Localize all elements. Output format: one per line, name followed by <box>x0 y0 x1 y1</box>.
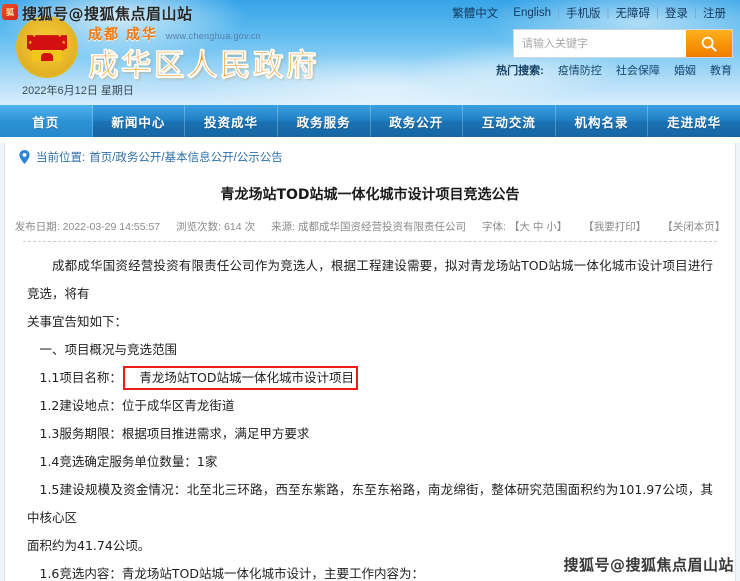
site-banner: ★ ★ ★ ★ ★ 成都 成华 www.chenghua.gov.cn 成华区人… <box>0 0 740 105</box>
breadcrumb-path[interactable]: 首页/政务公开/基本信息公开/公示公告 <box>89 149 283 165</box>
meta-source-label: 来源: <box>271 221 296 233</box>
toplink-register[interactable]: 注册 <box>697 5 732 21</box>
search-icon <box>701 36 717 52</box>
nav-item-home[interactable]: 首页 <box>0 105 93 137</box>
meta-source: 来源: 成都成华国资经营投资有限责任公司 <box>271 219 466 234</box>
toplink-mobile[interactable]: 手机版 <box>560 5 607 21</box>
nav-label: 首页 <box>32 115 60 130</box>
font-size-options[interactable]: 【大 中 小】 <box>509 219 567 234</box>
nav-label: 投资成华 <box>204 115 259 130</box>
meta-publish-value: 2022-03-29 14:55:57 <box>62 221 161 233</box>
item-1-4: 1.4竞选确定服务单位数量：1家 <box>39 454 218 469</box>
nav-label: 互动交流 <box>481 115 536 130</box>
toplink-login[interactable]: 登录 <box>659 5 694 21</box>
page-title: 青龙场站TOD站城一体化城市设计项目竞选公告 <box>220 187 520 203</box>
print-button[interactable]: 【我要打印】 <box>583 219 646 234</box>
meta-views-unit: 次 <box>244 221 256 233</box>
nav-item-organization-directory[interactable]: 机构名录 <box>556 105 649 137</box>
meta-views-label: 浏览次数: <box>176 221 222 233</box>
item-1-6: 1.6竞选内容：青龙场站TOD站城一体化城市设计，主要工作内容为： <box>39 566 424 581</box>
hot-search-item-education[interactable]: 教育 <box>710 65 732 77</box>
site-title: 成华区人民政府 <box>88 48 319 84</box>
nav-item-about-chenghua[interactable]: 走进成华 <box>648 105 740 137</box>
meta-publish-date: 发布日期: 2022-03-29 14:55:57 <box>15 219 160 234</box>
location-pin-icon <box>19 150 30 164</box>
breadcrumb: 当前位置: 首页/政务公开/基本信息公开/公示公告 <box>5 143 735 171</box>
watermark-logo-text: 狐 <box>6 7 14 17</box>
nav-label: 机构名录 <box>574 115 629 130</box>
nav-item-government-services[interactable]: 政务服务 <box>278 105 371 137</box>
toplink-english[interactable]: English <box>507 7 557 19</box>
nav-item-invest-chenghua[interactable]: 投资成华 <box>185 105 278 137</box>
page-root: ★ ★ ★ ★ ★ 成都 成华 www.chenghua.gov.cn 成华区人… <box>0 0 740 581</box>
nav-label: 政务公开 <box>389 115 444 130</box>
search-box <box>514 30 732 57</box>
paragraph-intro-line2: 关事宜告知如下： <box>27 314 128 329</box>
main-navigation: 首页 新闻中心 投资成华 政务服务 政务公开 互动交流 机构名录 走进成华 <box>0 105 740 137</box>
nav-label: 政务服务 <box>296 115 351 130</box>
meta-source-value: 成都成华国资经营投资有限责任公司 <box>298 221 467 233</box>
section-heading-1: 一、项目概况与竞选范围 <box>39 342 178 357</box>
nav-label: 走进成华 <box>667 115 722 130</box>
banner-date: 2022年6月12日 星期日 <box>22 85 134 97</box>
item-1-1: 1.1项目名称： 青龙场站TOD站城一体化城市设计项目 <box>27 364 713 392</box>
page-body: 当前位置: 首页/政务公开/基本信息公开/公示公告 青龙场站TOD站城一体化城市… <box>0 143 740 581</box>
item-1-1-label: 1.1项目名称： <box>39 370 122 385</box>
toplink-traditional-chinese[interactable]: 繁體中文 <box>446 5 504 21</box>
item-1-5-line1: 1.5建设规模及资金情况：北至北三环路，西至东紫路，东至东裕路，南龙绵街，整体研… <box>27 482 713 525</box>
paragraph-intro-line1: 成都成华国资经营投资有限责任公司作为竞选人，根据工程建设需要，拟对青龙场站TOD… <box>27 258 713 301</box>
article-body: 成都成华国资经营投资有限责任公司作为竞选人，根据工程建设需要，拟对青龙场站TOD… <box>5 242 735 581</box>
meta-views: 浏览次数: 614 次 <box>176 219 255 234</box>
highlighted-project-name: 青龙场站TOD站城一体化城市设计项目 <box>122 366 358 390</box>
meta-publish-label: 发布日期: <box>14 221 60 233</box>
toplink-accessibility[interactable]: 无障碍 <box>610 5 657 21</box>
meta-views-value: 614 <box>224 221 242 233</box>
watermark-logo-icon: 狐 <box>2 4 18 20</box>
hot-search-item-social-security[interactable]: 社会保障 <box>616 65 660 77</box>
item-1-2: 1.2建设地点：位于成华区青龙街道 <box>39 398 235 413</box>
national-emblem-icon: ★ ★ ★ ★ ★ <box>16 16 78 78</box>
hot-search-bar: 热门搜索: 疫情防控 社会保障 婚姻 教育 <box>496 62 732 78</box>
close-page-button[interactable]: 【关闭本页】 <box>662 219 725 234</box>
hot-search-item-marriage[interactable]: 婚姻 <box>674 65 696 77</box>
breadcrumb-label: 当前位置: <box>36 152 86 164</box>
hot-search-item-epidemic[interactable]: 疫情防控 <box>558 65 602 77</box>
nav-item-news-center[interactable]: 新闻中心 <box>93 105 186 137</box>
nav-item-interaction[interactable]: 互动交流 <box>463 105 556 137</box>
content-card: 当前位置: 首页/政务公开/基本信息公开/公示公告 青龙场站TOD站城一体化城市… <box>4 143 736 581</box>
item-1-3: 1.3服务期限：根据项目推进需求，满足甲方要求 <box>39 426 310 441</box>
nav-item-government-disclosure[interactable]: 政务公开 <box>371 105 464 137</box>
search-button[interactable] <box>686 30 732 57</box>
meta-font-label: 字体: <box>482 221 506 233</box>
hot-search-label: 热门搜索: <box>496 65 544 77</box>
document-meta: 发布日期: 2022-03-29 14:55:57 浏览次数: 614 次 来源… <box>15 219 725 242</box>
item-1-5-line2: 面积约为41.74公顷。 <box>27 538 151 553</box>
search-input[interactable] <box>514 30 686 57</box>
nav-label: 新闻中心 <box>111 115 166 130</box>
top-utility-links: 繁體中文 | English | 手机版 | 无障碍 | 登录 | 注册 <box>446 5 732 21</box>
meta-font-size: 字体: 【大 中 小】 <box>482 219 567 234</box>
